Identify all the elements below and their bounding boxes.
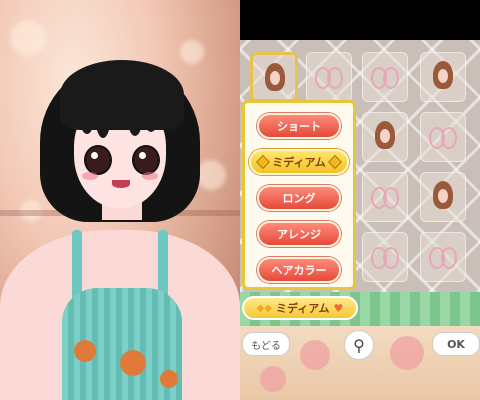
hairstyle-tile[interactable] (306, 52, 352, 102)
hair-category-menu: ショート ミディアム ロング アレンジ ヘアカラー (242, 100, 356, 290)
hairstyle-tile[interactable] (362, 112, 408, 162)
category-label: アレンジ (277, 228, 321, 241)
selected-category-label: ミディアム (276, 302, 330, 315)
ribbon-bow-icon (371, 67, 399, 89)
hairstyle-thumbnail (433, 181, 453, 209)
ok-button[interactable]: OK (432, 332, 480, 356)
floral-decoration (300, 340, 330, 370)
hair-bang (96, 104, 110, 138)
selected-category-tab[interactable]: ◆◆ ミディアム ♥ (242, 296, 358, 320)
hair-bang (112, 104, 126, 130)
category-label: ミディアム (272, 156, 326, 169)
hair-bang (128, 104, 142, 136)
ribbon-bow-icon (429, 247, 457, 269)
jewel-icon (256, 154, 271, 170)
floral-decoration (390, 336, 424, 370)
jewel-icon (327, 154, 342, 170)
ribbon-bow-icon (315, 67, 343, 89)
dress-flower-print (160, 370, 178, 388)
category-medium-button[interactable]: ミディアム (249, 149, 349, 175)
category-short-button[interactable]: ショート (257, 113, 341, 139)
character-blush-left (82, 172, 98, 180)
hairstyle-tile[interactable] (420, 52, 466, 102)
hairstyle-tile[interactable] (362, 172, 408, 222)
ribbon-bow-icon (371, 187, 399, 209)
hairstyle-panel: ショート ミディアム ロング アレンジ ヘアカラー ◆◆ ミディアム ♥ もどる (240, 0, 480, 400)
bottom-controls: もどる ⚲ OK (240, 326, 480, 400)
dress-flower-print (120, 350, 146, 376)
background-light (180, 40, 204, 64)
category-label: ロング (282, 192, 316, 205)
hairstyle-tile[interactable] (420, 232, 466, 282)
category-long-button[interactable]: ロング (257, 185, 341, 211)
hairstyle-tile[interactable] (362, 52, 408, 102)
category-arrange-button[interactable]: アレンジ (257, 221, 341, 247)
ok-label: OK (447, 337, 465, 351)
hairstyle-tile-selected[interactable] (250, 52, 298, 102)
hair-bang (80, 104, 94, 134)
category-label: ショート (277, 120, 321, 133)
background-light (10, 20, 46, 56)
ribbon-bow-icon (429, 127, 457, 149)
dress-strap-left (72, 230, 82, 300)
background-light (196, 160, 226, 190)
ribbon-bow-icon (371, 247, 399, 269)
character-blush-right (142, 172, 158, 180)
back-label: もどる (251, 340, 281, 352)
jewel-icon: ◆◆ (256, 302, 273, 314)
character-eye-left (84, 145, 112, 175)
hairstyle-tile[interactable] (362, 232, 408, 282)
hairstyle-thumbnail (265, 63, 285, 91)
category-label: ヘアカラー (271, 264, 327, 277)
hairstyle-thumbnail (375, 121, 395, 149)
character-eye-right (132, 145, 160, 175)
hairstyle-tile[interactable] (420, 172, 466, 222)
dress-flower-print (74, 340, 96, 362)
selected-category-bar: ◆◆ ミディアム ♥ (240, 292, 480, 326)
character-mouth (112, 180, 130, 188)
character-preview (0, 0, 240, 400)
category-hair-color-button[interactable]: ヘアカラー (257, 257, 341, 283)
floral-decoration (260, 366, 286, 392)
hair-bang (144, 104, 158, 132)
person-figure-icon[interactable]: ⚲ (344, 330, 374, 360)
hairstyle-tile[interactable] (420, 112, 466, 162)
heart-icon: ♥ (333, 301, 344, 315)
back-button[interactable]: もどる (242, 332, 290, 356)
hairstyle-thumbnail (433, 61, 453, 89)
